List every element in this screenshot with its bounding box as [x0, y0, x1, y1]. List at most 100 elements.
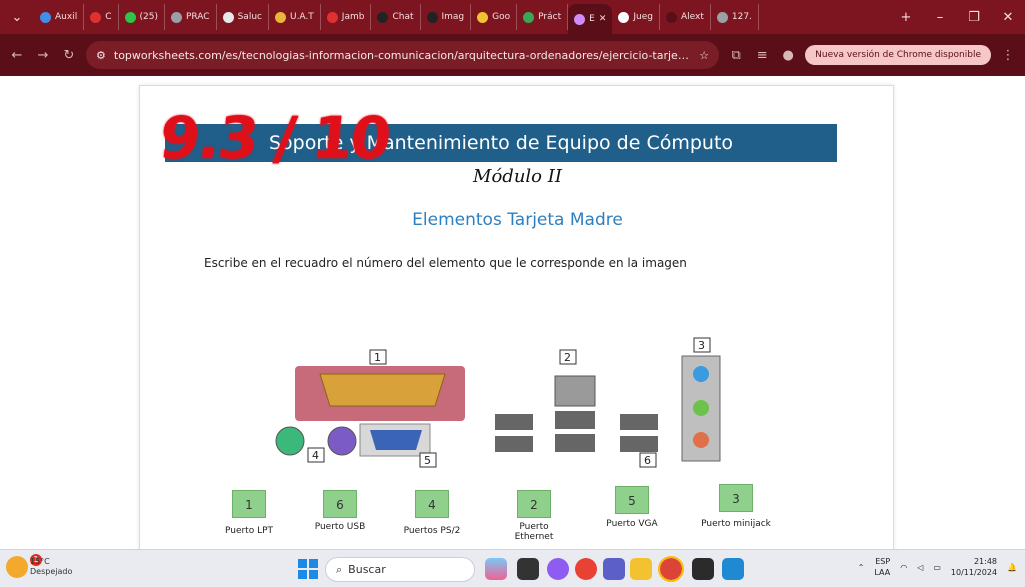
tab-label: 127. [731, 12, 752, 22]
answer-box-minijack[interactable]: 3 [719, 484, 753, 512]
language-code: ESP [875, 557, 891, 566]
tab-favicon-icon [665, 11, 677, 23]
tab-label: (25) [139, 12, 158, 22]
extensions-icon[interactable]: ⧉ [727, 48, 745, 63]
answer-label-usb: Puerto USB [314, 522, 366, 532]
update-chrome-button[interactable]: Nueva versión de Chrome disponible [805, 45, 991, 65]
browser-tab[interactable]: Goo [471, 4, 518, 30]
url-text[interactable]: topworksheets.com/es/tecnologias-informa… [114, 49, 691, 62]
tab-favicon-icon [40, 11, 51, 23]
tab-label: Jamb [341, 12, 365, 22]
browser-tab[interactable]: Jueg [612, 4, 660, 30]
audio-mic [693, 432, 709, 448]
copilot-icon[interactable] [547, 558, 569, 580]
usb-port-a [555, 411, 595, 429]
browser-tab[interactable]: Chat [371, 4, 421, 30]
bing-app-icon[interactable] [485, 558, 507, 580]
tab-favicon-icon [618, 11, 630, 23]
answer-label-ethernet: Puerto Ethernet [514, 522, 554, 542]
file-explorer-icon[interactable] [630, 558, 652, 580]
tab-label: C [105, 12, 112, 22]
browser-tab[interactable]: (25) [119, 4, 165, 30]
tab-search-icon[interactable]: ⌄ [0, 10, 34, 25]
weather-status: Despejado [30, 567, 73, 576]
tab-label: Chat [392, 12, 414, 22]
reload-icon[interactable]: ↻ [60, 48, 78, 63]
task-view-icon[interactable] [517, 558, 539, 580]
weather-widget[interactable]: 15°C Despejado [30, 557, 72, 577]
teams-icon[interactable] [603, 558, 625, 580]
start-icon[interactable] [298, 559, 318, 579]
back-icon[interactable]: ← [8, 48, 26, 63]
volume-icon[interactable]: ◁ [917, 563, 923, 572]
tab-favicon-icon [326, 11, 338, 23]
tab-close-icon[interactable]: ✕ [599, 14, 607, 24]
usb-port-f [620, 436, 658, 452]
minimize-icon[interactable]: – [923, 10, 957, 25]
system-tray: ⌃ ESP LAA ◠ ◁ ▭ 21:48 10/11/2024 🔔 [858, 556, 1017, 578]
clock[interactable]: 21:48 10/11/2024 [951, 556, 997, 578]
audio-line-out [693, 400, 709, 416]
tab-favicon-icon [90, 11, 102, 23]
board-label-5: 5 [424, 454, 431, 467]
browser-tab[interactable]: Auxil [34, 4, 85, 30]
motherboard-ports-image: 1 2 3 4 5 6 [275, 337, 721, 468]
browser-tab[interactable]: C [84, 4, 119, 30]
chrome-active-icon[interactable] [658, 556, 684, 582]
profile-avatar[interactable]: ● [779, 48, 797, 63]
taskbar-search[interactable]: ⌕ Buscar [325, 557, 475, 582]
browser-tab[interactable]: Saluc [217, 4, 269, 30]
browser-tab[interactable]: Imag [421, 4, 472, 30]
clock-date: 10/11/2024 [950, 568, 998, 577]
tab-label: U.A.T [289, 12, 314, 22]
address-bar[interactable]: ⚙ topworksheets.com/es/tecnologias-infor… [86, 41, 720, 69]
tab-label: Alext [680, 12, 704, 22]
browser-tab[interactable]: 127. [711, 4, 759, 30]
chevron-up-icon[interactable]: ⌃ [858, 563, 865, 572]
browser-tab[interactable]: Práct [517, 4, 569, 30]
tab-label: Imag [441, 12, 465, 22]
usb-port-e [620, 414, 658, 430]
answer-box-ethernet[interactable]: 2 [517, 490, 551, 518]
instruction-text: Escribe en el recuadro el número del ele… [204, 256, 687, 270]
bookmark-star-icon[interactable]: ☆ [699, 49, 709, 62]
answer-label-lpt: Puerto LPT [224, 526, 274, 536]
answer-box-vga[interactable]: 5 [615, 486, 649, 514]
worksheet: Soporte y Mantenimiento de Equipo de Cóm… [139, 85, 894, 549]
search-placeholder: Buscar [348, 563, 386, 576]
worksheet-subtitle: Elementos Tarjeta Madre [412, 210, 623, 230]
board-label-1: 1 [374, 351, 381, 364]
usb-port-c [495, 414, 533, 430]
browser-tab[interactable]: Jamb [321, 4, 372, 30]
browser-tab[interactable]: E ✕ [568, 4, 613, 34]
new-tab-button[interactable]: + [889, 10, 923, 25]
menu-icon[interactable]: ⋮ [999, 48, 1017, 63]
answer-box-ps2[interactable]: 4 [415, 490, 449, 518]
forward-icon[interactable]: → [34, 48, 52, 63]
module-title: Módulo II [473, 166, 562, 187]
keyboard-layout: LAA [874, 568, 891, 577]
board-label-3: 3 [698, 339, 705, 352]
wifi-icon[interactable]: ◠ [900, 563, 907, 572]
site-info-icon[interactable]: ⚙ [96, 49, 106, 62]
language-indicator[interactable]: ESP LAA [874, 556, 890, 578]
answer-box-lpt[interactable]: 1 [232, 490, 266, 518]
answer-label-minijack: Puerto minijack [701, 519, 771, 529]
tab-favicon-icon [377, 11, 389, 23]
weather-icon[interactable] [6, 556, 28, 578]
answer-box-usb[interactable]: 6 [323, 490, 357, 518]
clock-time: 21:48 [973, 557, 998, 566]
reading-list-icon[interactable]: ≡ [753, 48, 771, 63]
browser-tab[interactable]: U.A.T [269, 4, 321, 30]
browser-tab[interactable]: PRAC [165, 4, 217, 30]
battery-icon[interactable]: ▭ [933, 563, 941, 572]
close-icon[interactable]: ✕ [991, 10, 1025, 25]
terminal-icon[interactable] [692, 558, 714, 580]
restore-icon[interactable]: ❐ [957, 10, 991, 25]
tab-label: Jueg [633, 12, 653, 22]
chrome-icon[interactable] [575, 558, 597, 580]
browser-tab[interactable]: Alext [660, 4, 711, 30]
score-annotation: 9.3 / 10 [156, 104, 393, 172]
notification-bell-icon[interactable]: 🔔 [1007, 563, 1017, 572]
vscode-icon[interactable] [722, 558, 744, 580]
